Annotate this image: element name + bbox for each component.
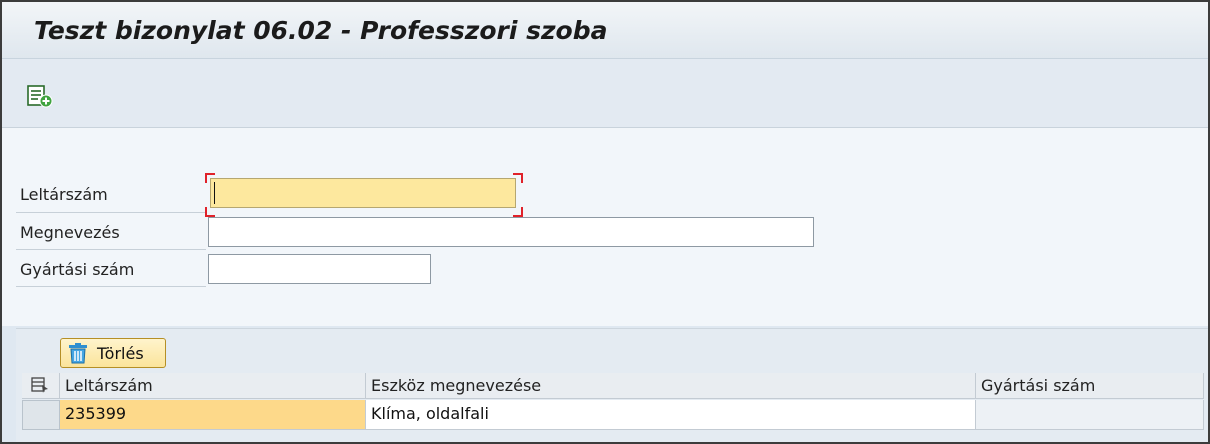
text-caret — [214, 182, 215, 204]
delete-button[interactable]: Törlés — [60, 338, 166, 368]
table-area: Törlés Leltárszám Eszköz megnevezése Gyá… — [16, 328, 1208, 442]
serial-number-label: Gyártási szám — [20, 260, 135, 279]
label-underline — [16, 212, 206, 213]
column-settings-icon[interactable] — [22, 373, 60, 399]
inventory-number-label: Leltárszám — [20, 185, 108, 204]
column-header-serial[interactable]: Gyártási szám — [976, 373, 1204, 399]
table-cell-asset-name[interactable]: Klíma, oldalfali — [366, 400, 976, 430]
focus-corner-top-left — [205, 173, 215, 183]
title-bar: Teszt bizonylat 06.02 - Professzori szob… — [2, 2, 1208, 59]
label-underline — [16, 286, 206, 287]
add-row-icon[interactable] — [26, 84, 56, 110]
inventory-number-input[interactable] — [210, 178, 516, 208]
window-title: Teszt bizonylat 06.02 - Professzori szob… — [34, 16, 608, 45]
label-underline — [16, 249, 206, 250]
column-header-inventory[interactable]: Leltárszám — [60, 373, 366, 399]
column-header-asset-name[interactable]: Eszköz megnevezése — [366, 373, 976, 399]
focus-corner-top-right — [513, 173, 523, 183]
table-cell-inventory[interactable]: 235399 — [60, 400, 366, 430]
name-label: Megnevezés — [20, 223, 120, 242]
focus-corner-bottom-left — [205, 207, 215, 217]
app-window: Teszt bizonylat 06.02 - Professzori szob… — [0, 0, 1210, 444]
trash-icon — [67, 342, 89, 364]
row-selector[interactable] — [22, 400, 60, 430]
delete-button-label: Törlés — [97, 343, 144, 363]
name-input[interactable] — [208, 217, 814, 247]
toolbar — [2, 59, 1208, 128]
serial-number-input[interactable] — [208, 254, 431, 284]
focus-corner-bottom-right — [513, 207, 523, 217]
table-cell-serial[interactable] — [976, 400, 1204, 430]
